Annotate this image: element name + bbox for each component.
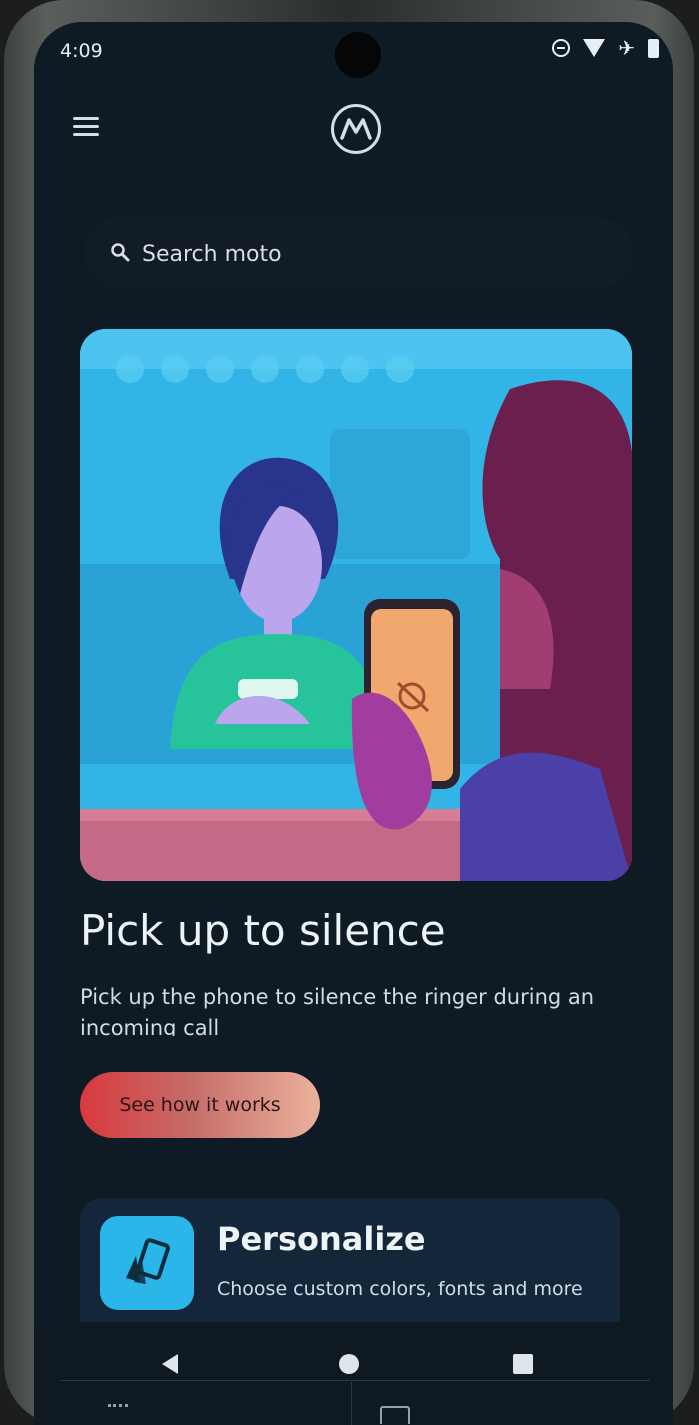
status-time: 4:09: [60, 40, 103, 62]
recents-icon[interactable]: [513, 1354, 533, 1374]
feature-description: Pick up the phone to silence the ringer …: [80, 985, 595, 1036]
status-bar: 4:09 ✈: [34, 22, 673, 78]
status-icons: ✈: [552, 38, 659, 58]
menu-icon[interactable]: [60, 100, 112, 152]
front-camera: [335, 32, 381, 78]
tab-icon[interactable]: [380, 1406, 410, 1424]
feature-title: Pick up to silence: [80, 906, 446, 955]
phone-frame: 4:09 ✈ Search moto Pick up to silence Pi…: [4, 0, 694, 1425]
wifi-icon: [583, 39, 606, 57]
home-icon[interactable]: [339, 1354, 359, 1374]
personalize-title: Personalize: [217, 1220, 426, 1258]
personalize-icon: [100, 1216, 194, 1310]
search-bar[interactable]: [84, 218, 634, 290]
screen: 4:09 ✈ Search moto Pick up to silence Pi…: [34, 22, 673, 1425]
system-navigation-bar: [34, 1322, 673, 1425]
see-how-it-works-button[interactable]: See how it works: [80, 1072, 320, 1138]
feature-illustration: [80, 329, 632, 881]
tab-separator: [351, 1382, 352, 1425]
search-input[interactable]: [140, 218, 604, 290]
do-not-disturb-icon: [552, 39, 571, 57]
battery-icon: [648, 38, 659, 58]
personalize-description: Choose custom colors, fonts and more: [217, 1278, 583, 1300]
motorola-logo: [331, 104, 381, 154]
back-icon[interactable]: [162, 1354, 178, 1374]
calendar-icon[interactable]: [108, 1404, 128, 1411]
search-icon: [111, 243, 130, 262]
airplane-mode-icon: ✈: [618, 36, 635, 60]
tab-bar-divider: [60, 1380, 650, 1381]
